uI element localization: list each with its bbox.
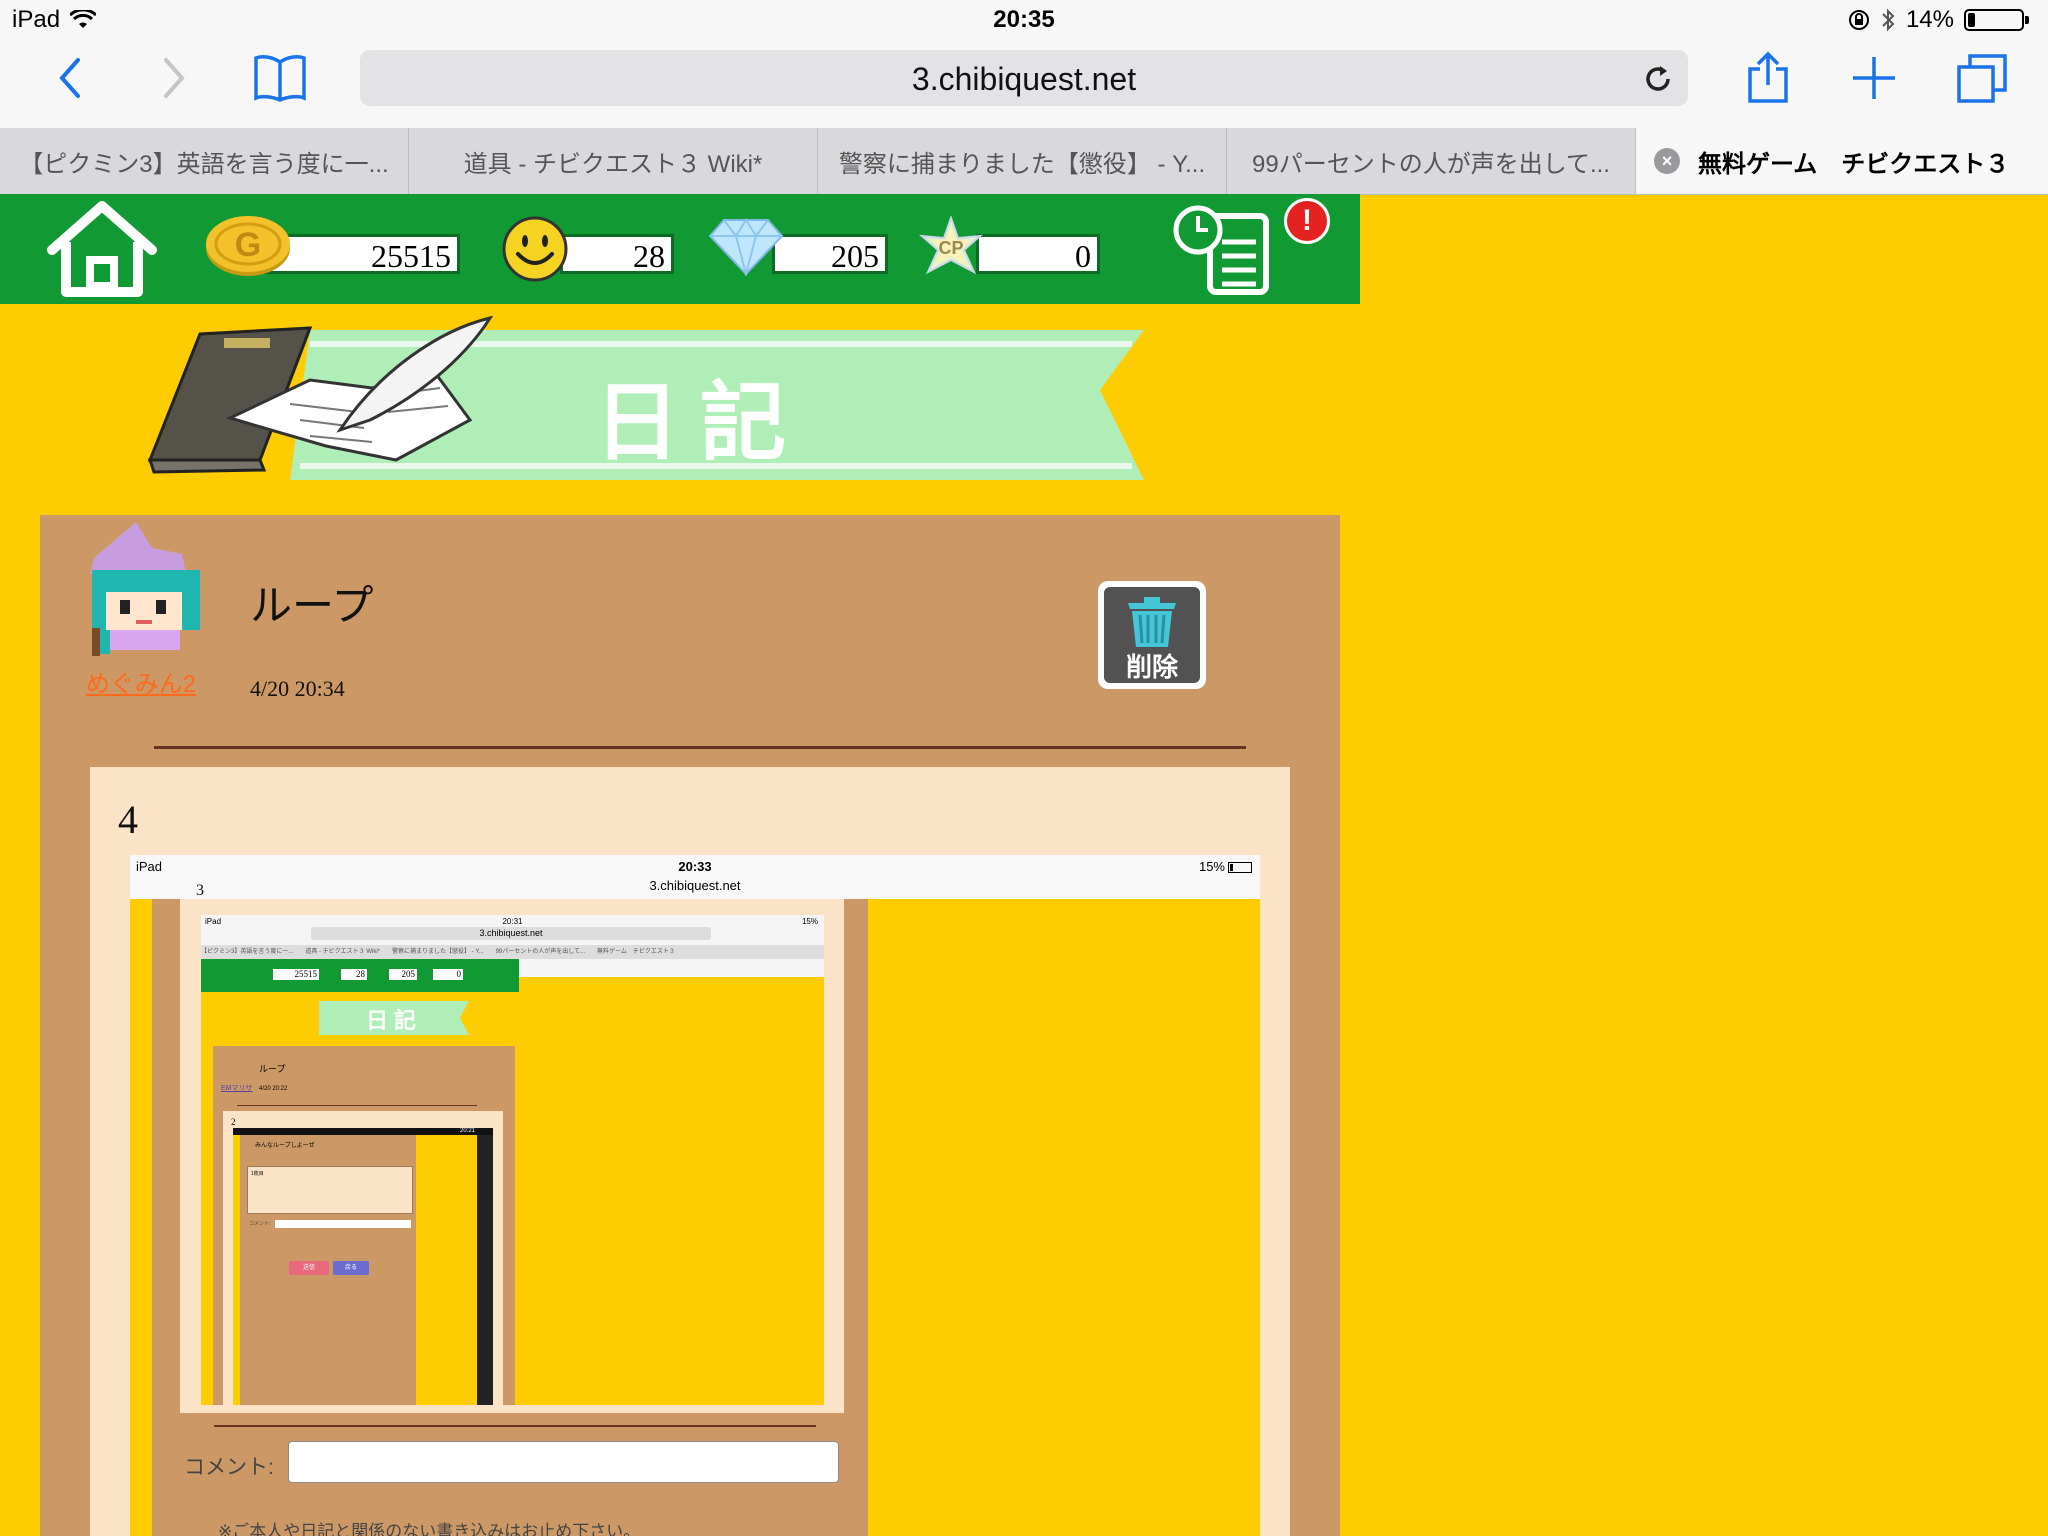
nested-date: 4/20 20:22	[259, 1086, 288, 1092]
avatar[interactable]	[86, 518, 206, 656]
diary-title: 日記	[594, 373, 806, 473]
nested-screenshot: iPad 20:31 15% 3.chibiquest.net 【ピクミン3】英…	[201, 915, 824, 1405]
nested-battery: 15%	[801, 917, 818, 926]
smile-value: 28	[560, 234, 674, 274]
phone-text: 1枚目	[251, 1171, 264, 1177]
smiley-icon	[502, 216, 568, 282]
tab-pikmin[interactable]: 【ピクミン3】英語を言う度に一...	[0, 128, 409, 194]
nested-tabs: 【ピクミン3】英語を言う度に一... 道具 - チビクエスト３ Wiki* 警察…	[201, 945, 824, 959]
address-bar[interactable]: 3.chibiquest.net	[360, 50, 1688, 106]
tab-chibiquest[interactable]: × 無料ゲーム チビクエスト３	[1636, 128, 2048, 194]
status-right: 14%	[1848, 6, 2029, 34]
entry-body-text: 4	[118, 797, 138, 842]
chevron-right-icon	[164, 58, 185, 98]
battery-icon	[1964, 9, 2029, 31]
cp-value: 0	[976, 234, 1100, 274]
share-icon	[1748, 51, 1788, 103]
close-icon[interactable]: ×	[1654, 148, 1680, 174]
nested-diamond: 205	[389, 969, 417, 980]
new-tab-button[interactable]	[1846, 50, 1902, 106]
orientation-lock-icon	[1848, 10, 1869, 30]
embedded-battery: 15%	[1199, 859, 1252, 874]
nested-divider	[237, 1105, 477, 1106]
nested-smile: 28	[341, 969, 367, 980]
nested-body-number: 2	[231, 1117, 236, 1127]
game-header: 25515 G 28 205 0 CP !	[0, 194, 1360, 304]
phone-side-toolbar	[477, 1135, 493, 1405]
bluetooth-icon	[1882, 8, 1895, 32]
nested-diary-title: 日記	[365, 1008, 422, 1033]
battery-percent: 14%	[1905, 6, 1954, 33]
embedded-divider	[214, 1425, 816, 1427]
gold-coin-icon: G	[206, 216, 290, 276]
embedded-battery-text: 15%	[1198, 859, 1225, 874]
phone-back-button: 戻る	[333, 1261, 369, 1275]
reload-icon[interactable]	[1642, 63, 1674, 95]
author-link[interactable]: めぐみん2	[86, 664, 196, 699]
chevron-left-icon	[59, 58, 80, 98]
home-icon[interactable]	[44, 200, 160, 298]
bookmarks-button[interactable]	[252, 50, 308, 106]
embedded-note: ※ご本人や日記と関係のない書き込みはお止め下さい。	[218, 1522, 641, 1536]
tab-wiki[interactable]: 道具 - チビクエスト３ Wiki*	[409, 128, 818, 194]
embedded-comment-label: コメント:	[184, 1456, 274, 1479]
nested-author: EMマリサ	[221, 1085, 253, 1092]
phone-comment-input	[275, 1220, 411, 1228]
phone-comment-label: コメント:	[249, 1221, 271, 1227]
phone-status-bar: 20:21	[233, 1128, 493, 1135]
delete-button-face: 削除	[1104, 587, 1200, 683]
nested-title: ループ	[259, 1064, 286, 1074]
tab-label: 警察に捕まりました【懲役】 - Y...	[838, 150, 1206, 178]
tab-99percent[interactable]: 99パーセントの人が声を出して...	[1227, 128, 1636, 194]
svg-text:G: G	[235, 226, 261, 264]
nested-cp: 0	[433, 969, 463, 980]
embedded-url: 3.chibiquest.net	[649, 878, 741, 893]
diamond-value: 205	[772, 234, 888, 274]
embedded-time: 20:33	[678, 859, 712, 874]
embedded-status-bar: iPad 20:33 3.chibiquest.net 15%	[130, 855, 1260, 899]
tab-label: 無料ゲーム チビクエスト３	[1698, 150, 2010, 178]
alert-badge[interactable]: !	[1284, 198, 1330, 244]
phone-title: みんなループしよーぜ	[255, 1143, 315, 1149]
nested-gold: 25515	[273, 969, 319, 980]
embedded-comment-field	[288, 1441, 839, 1483]
cp-label: CP	[938, 238, 964, 258]
tab-police[interactable]: 警察に捕まりました【懲役】 - Y...	[818, 128, 1227, 194]
share-button[interactable]	[1740, 50, 1796, 106]
tab-label: 99パーセントの人が声を出して...	[1252, 150, 1610, 178]
nested-time: 20:31	[502, 917, 523, 926]
entry-date: 4/20 20:34	[250, 676, 345, 701]
forward-button[interactable]	[146, 50, 202, 106]
book-icon	[254, 55, 306, 102]
entry-title: ループ	[250, 582, 374, 629]
tab-strip: 【ピクミン3】英語を言う度に一... 道具 - チビクエスト３ Wiki* 警察…	[0, 128, 2048, 195]
url-text: 3.chibiquest.net	[911, 61, 1137, 97]
embedded-screenshot: iPad 20:33 3.chibiquest.net 15% 3 iPad 2…	[130, 855, 1260, 1536]
nested-phone-screenshot: 20:21 みんなループしよーぜ 1枚目 コメント: 送信 戻る	[233, 1128, 493, 1405]
phone-send-button: 送信	[289, 1261, 329, 1275]
entry-divider	[154, 746, 1246, 749]
trash-icon	[1128, 597, 1176, 647]
back-button[interactable]	[42, 50, 98, 106]
phone-text-box	[247, 1166, 413, 1214]
battery-icon	[1228, 862, 1252, 874]
tabs-overview-button[interactable]	[1954, 50, 2010, 106]
delete-button[interactable]: 削除	[1098, 581, 1206, 689]
delete-label: 削除	[1125, 652, 1178, 682]
diamond-icon	[708, 218, 784, 276]
tabs-icon	[1957, 54, 2007, 103]
tab-label: 道具 - チビクエスト３ Wiki*	[463, 150, 763, 178]
status-bar: iPad 20:35 14%	[0, 0, 2048, 40]
tab-label: 【ピクミン3】英語を言う度に一...	[19, 150, 389, 178]
nested-url: 3.chibiquest.net	[311, 927, 711, 940]
phone-time: 20:21	[459, 1128, 475, 1134]
status-time: 20:35	[993, 6, 1055, 33]
embedded-body-number: 3	[196, 882, 204, 899]
plus-icon	[1853, 57, 1895, 99]
cp-icon: CP	[918, 214, 984, 282]
log-clock-icon[interactable]	[1170, 202, 1280, 296]
